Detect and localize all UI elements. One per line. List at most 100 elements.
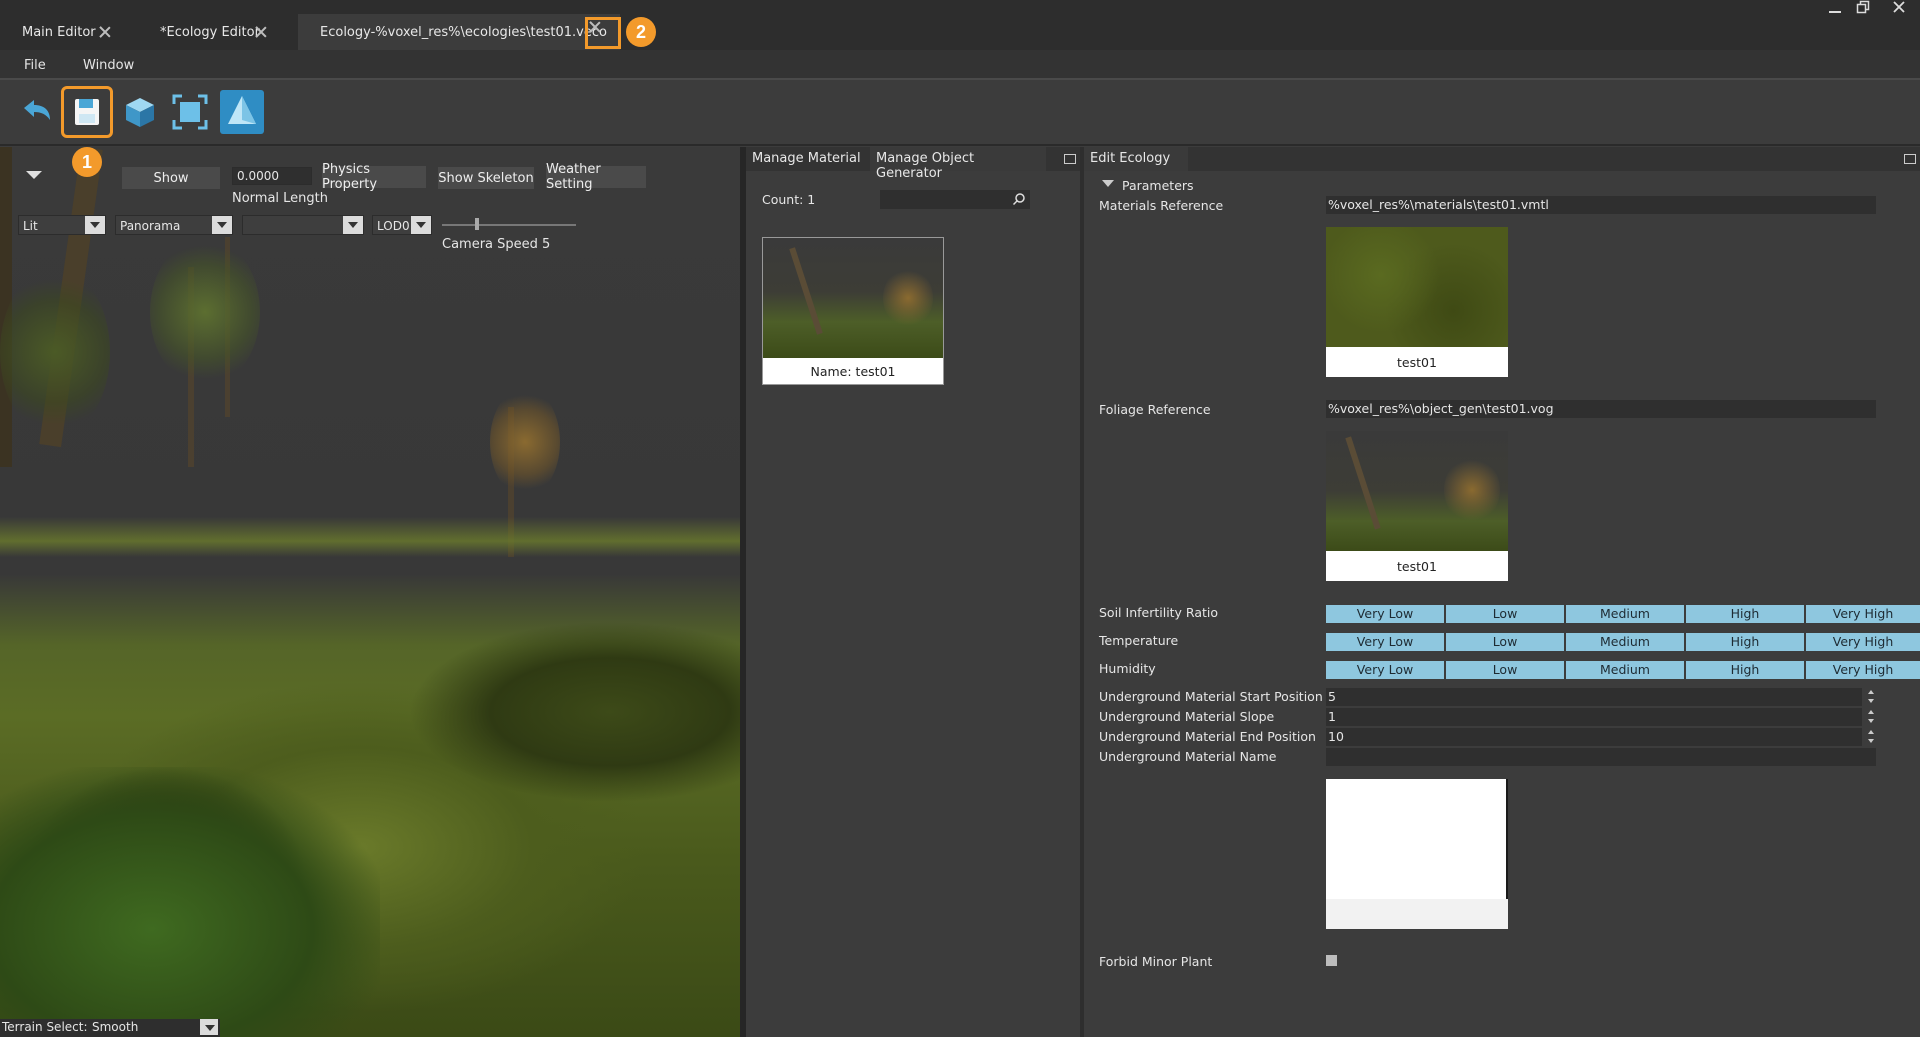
card-thumbnail [763,238,943,358]
humidity-high[interactable]: High [1686,661,1804,679]
collapse-icon [1102,180,1114,187]
material-preview [1326,227,1508,347]
view-select[interactable] [242,215,364,235]
menu-window[interactable]: Window [83,58,134,73]
ug-end-spinner[interactable] [1866,728,1876,746]
undo-icon [24,100,50,120]
tree-foliage [150,237,260,387]
lod-select[interactable]: LOD0 [372,215,432,235]
humidity-very-high[interactable]: Very High [1806,661,1920,679]
tree-foliage [883,268,933,328]
soil-very-low[interactable]: Very Low [1326,605,1444,623]
close-icon[interactable] [585,17,621,49]
humidity-label: Humidity [1099,661,1156,676]
show-button[interactable]: Show [122,167,220,189]
show-skeleton-button[interactable]: Show Skeleton [438,167,534,189]
terrain-select-value: Smooth [92,1020,139,1034]
materials-thumbnail[interactable]: test01 [1326,227,1508,377]
edit-ecology-panel: Edit Ecology Parameters Materials Refere… [1084,147,1920,1037]
ug-end-input[interactable]: 10 [1326,728,1862,746]
window-close-icon[interactable] [1884,0,1914,18]
tree-trunk [1345,436,1381,530]
tab-ecology-file[interactable]: Ecology-%voxel_res%\ecologies\test01.vec… [298,14,621,50]
humidity-very-low[interactable]: Very Low [1326,661,1444,679]
foreground-foliage [0,767,380,1037]
tree-foliage [0,267,110,437]
ug-start-input[interactable]: 5 [1326,688,1862,706]
restore-icon[interactable] [1848,0,1878,18]
tree-foliage [490,387,560,497]
menu-file[interactable]: File [24,58,46,73]
cube-button[interactable] [118,90,162,134]
tree-trunk [789,247,823,335]
temperature-very-high[interactable]: Very High [1806,633,1920,651]
close-icon[interactable] [98,25,112,39]
foliage-thumbnail[interactable]: test01 [1326,431,1508,581]
ug-start-label: Underground Material Start Position [1099,689,1323,704]
chevron-down-icon [200,1019,218,1035]
ug-name-field[interactable] [1326,748,1876,766]
lighting-mode-select[interactable]: Lit [18,215,106,235]
pin-icon[interactable] [1064,154,1076,164]
save-button[interactable] [61,86,113,138]
weather-setting-button[interactable]: Weather Setting [546,162,646,192]
menu-bar: File Window [0,50,1920,80]
scene-viewport[interactable]: Show 0.0000 Normal Length Physics Proper… [0,147,740,1037]
tab-manage-object-generator[interactable]: Manage Object Generator [870,147,1046,181]
tab-label: Ecology-%voxel_res%\ecologies\test01.vec… [320,24,607,40]
ug-start-spinner[interactable] [1866,688,1876,706]
terrain-select-bar: Terrain Select: Smooth [0,1019,220,1037]
terrain-icon [228,96,256,124]
forbid-minor-plant-label: Forbid Minor Plant [1099,954,1213,969]
camera-mode-select[interactable]: Panorama [115,215,233,235]
materials-reference-field[interactable]: %voxel_res%\materials\test01.vmtl [1326,196,1876,214]
humidity-medium[interactable]: Medium [1566,661,1684,679]
terrain-select-dropdown[interactable]: Smooth [88,1019,218,1037]
chevron-down-icon [212,216,232,234]
viewport-menu-icon[interactable] [22,165,46,185]
ug-material-thumbnail[interactable] [1326,779,1508,929]
materials-reference-label: Materials Reference [1099,198,1224,213]
soil-high[interactable]: High [1686,605,1804,623]
ug-slope-input[interactable]: 1 [1326,708,1862,726]
undo-button[interactable] [14,90,58,134]
minimize-icon[interactable] [1820,0,1850,18]
ug-slope-spinner[interactable] [1866,708,1876,726]
tab-label: Main Editor [22,24,96,40]
soil-medium[interactable]: Medium [1566,605,1684,623]
temperature-very-low[interactable]: Very Low [1326,633,1444,651]
tab-edit-ecology[interactable]: Edit Ecology [1084,147,1188,171]
search-input[interactable] [880,190,1030,209]
temperature-medium[interactable]: Medium [1566,633,1684,651]
card-name: Name: test01 [810,364,896,379]
temperature-low[interactable]: Low [1446,633,1564,651]
soil-low[interactable]: Low [1446,605,1564,623]
ug-material-caption-area [1326,899,1508,929]
pin-icon[interactable] [1904,154,1916,164]
grass-edge [0,517,740,557]
foliage-reference-label: Foliage Reference [1099,402,1211,417]
tab-manage-material[interactable]: Manage Material [746,147,867,171]
tab-main-editor[interactable]: Main Editor [0,14,122,50]
physics-property-button[interactable]: Physics Property [322,162,426,192]
object-generator-card[interactable]: Name: test01 [762,237,944,385]
chevron-down-icon [343,216,363,234]
foliage-preview [1326,431,1508,551]
terrain-select-label: Terrain Select: [2,1020,88,1034]
camera-mode-value: Panorama [120,219,181,233]
camera-speed-slider[interactable] [442,224,576,226]
temperature-high[interactable]: High [1686,633,1804,651]
forbid-minor-plant-checkbox[interactable] [1326,955,1337,966]
tab-bar: Main Editor *Ecology Editor Ecology-%vox… [0,0,1920,50]
terrain-button[interactable] [220,90,264,134]
close-icon[interactable] [254,25,268,39]
camera-speed-slider-handle[interactable] [475,218,479,230]
humidity-low[interactable]: Low [1446,661,1564,679]
lod-value: LOD0 [377,219,410,233]
soil-very-high[interactable]: Very High [1806,605,1920,623]
tab-ecology-editor[interactable]: *Ecology Editor [138,14,278,50]
cube-icon [126,98,154,127]
foliage-reference-field[interactable]: %voxel_res%\object_gen\test01.vog [1326,400,1876,418]
focus-button[interactable] [168,90,212,134]
normal-length-input[interactable]: 0.0000 [232,167,312,185]
